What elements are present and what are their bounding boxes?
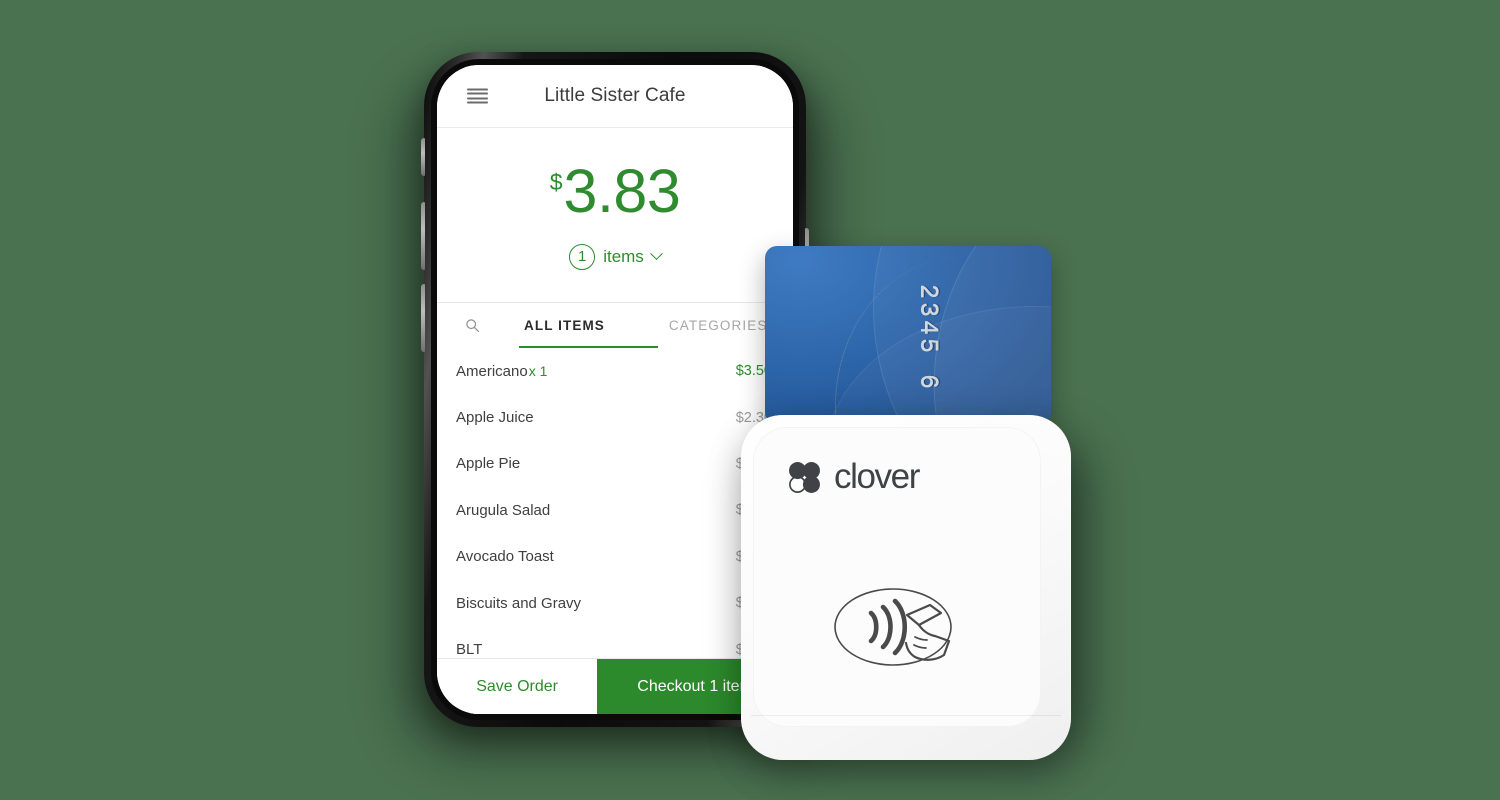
items-label: items: [603, 246, 644, 266]
list-item-name: Arugula Salad: [456, 501, 551, 519]
reader-face: clover: [753, 427, 1041, 727]
item-count-badge: 1: [569, 243, 596, 270]
list-item[interactable]: Avocado Toast$5.95: [437, 534, 793, 580]
reader-seam: [751, 715, 1061, 716]
clover-logo: clover: [786, 457, 920, 497]
volume-up-button[interactable]: [421, 202, 425, 270]
list-item-name: Biscuits and Gravy: [456, 594, 582, 612]
card-reader[interactable]: clover: [741, 415, 1071, 760]
items-toggle[interactable]: 1 items: [569, 243, 663, 270]
list-item-name-group: Avocado Toast: [456, 548, 554, 565]
list-item-name: BLT: [456, 641, 483, 658]
list-item-name-group: Apple Pie: [456, 455, 520, 472]
mute-switch[interactable]: [421, 138, 425, 176]
clover-leaf-icon: [789, 461, 820, 493]
tab-bar: ALL ITEMS CATEGORIES: [437, 303, 793, 348]
credit-card: 2345 6: [765, 246, 1051, 424]
list-item-name: Apple Pie: [456, 455, 521, 473]
save-order-button[interactable]: Save Order: [437, 659, 598, 714]
list-item-name-group: Arugula Salad: [456, 502, 550, 519]
list-item[interactable]: BLT$6.95: [437, 626, 793, 658]
order-total-block: $ 3.83 1 items: [437, 128, 793, 303]
search-icon[interactable]: [455, 318, 489, 333]
app-header: Little Sister Cafe: [437, 65, 793, 128]
list-item-name: Americano: [456, 362, 528, 380]
total-amount: 3.83: [563, 156, 681, 225]
list-item-name-group: Americano x 1: [456, 363, 547, 380]
currency-symbol: $: [549, 168, 563, 195]
tab-categories[interactable]: CATEGORIES: [663, 318, 774, 333]
scene: Little Sister Cafe $ 3.83 1 items ALL IT…: [0, 0, 1500, 800]
list-item[interactable]: Biscuits and Gravy$6.50: [437, 580, 793, 626]
list-item-name-group: BLT: [456, 641, 482, 658]
order-total: $ 3.83: [549, 156, 681, 225]
list-item-name-group: Biscuits and Gravy: [456, 595, 581, 612]
list-item[interactable]: Americano x 1 $3.50: [437, 348, 793, 394]
list-item-name: Avocado Toast: [456, 548, 554, 566]
card-number: 2345 6: [914, 284, 943, 393]
tab-all-items[interactable]: ALL ITEMS: [518, 318, 611, 333]
clover-wordmark: clover: [834, 457, 920, 496]
chevron-down-icon: [649, 247, 663, 261]
hamburger-icon[interactable]: [467, 88, 488, 104]
page-title: Little Sister Cafe: [544, 85, 686, 106]
volume-down-button[interactable]: [421, 284, 425, 352]
list-item[interactable]: Apple Juice $2.30: [437, 394, 793, 440]
list-item-name-group: Apple Juice: [456, 409, 534, 426]
contactless-payment-icon: [831, 579, 963, 680]
item-list[interactable]: Americano x 1 $3.50 Apple Juice $2.30 Apple P…: [437, 348, 793, 658]
list-item[interactable]: Apple Pie$4.50: [437, 441, 793, 487]
active-tab-indicator: [519, 345, 658, 348]
list-item-quantity: x 1: [528, 362, 548, 379]
phone-screen: Little Sister Cafe $ 3.83 1 items ALL IT…: [437, 65, 793, 714]
list-item-name: Apple Juice: [456, 409, 534, 427]
list-item[interactable]: Arugula Salad$5.50: [437, 487, 793, 533]
action-bar: Save Order Checkout 1 item: [437, 658, 793, 714]
card-dotted-arc: [835, 256, 1051, 424]
